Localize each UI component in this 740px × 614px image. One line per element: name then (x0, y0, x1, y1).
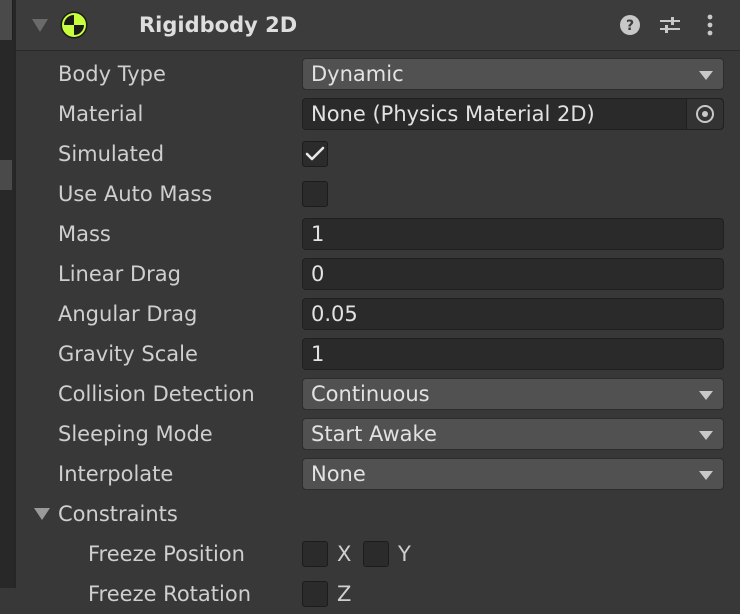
object-picker-button[interactable] (686, 99, 723, 129)
component-header[interactable]: Rigidbody 2D ? (16, 0, 740, 51)
freeze-position-row: Freeze Position X Y (16, 534, 740, 574)
mass-row: Mass 1 (16, 214, 740, 254)
angular-drag-row: Angular Drag 0.05 (16, 294, 740, 334)
inspector-panel: Rigidbody 2D ? Body Type Dynamic Materia… (14, 0, 740, 607)
collision-detection-row: Collision Detection Continuous (16, 374, 740, 414)
material-object-field[interactable]: None (Physics Material 2D) (302, 98, 724, 130)
context-menu-icon[interactable] (698, 13, 722, 37)
gravity-scale-value: 1 (311, 342, 325, 366)
mass-input[interactable]: 1 (302, 218, 724, 250)
freeze-rotation-z-label: Z (337, 582, 352, 606)
mass-label[interactable]: Mass (58, 222, 111, 246)
constraints-label[interactable]: Constraints (58, 502, 178, 526)
dropdown-caret-icon (699, 391, 713, 400)
gravity-scale-row: Gravity Scale 1 (16, 334, 740, 374)
left-panel-scroll-segment (0, 160, 12, 190)
angular-drag-input[interactable]: 0.05 (302, 298, 724, 330)
use-auto-mass-label: Use Auto Mass (58, 182, 213, 206)
freeze-rotation-label: Freeze Rotation (88, 582, 252, 606)
simulated-checkbox[interactable] (302, 141, 328, 167)
foldout-arrow-icon[interactable] (34, 508, 50, 520)
sleeping-mode-dropdown[interactable]: Start Awake (302, 418, 724, 450)
angular-drag-value: 0.05 (311, 302, 358, 326)
use-auto-mass-checkbox[interactable] (302, 181, 328, 207)
sleeping-mode-row: Sleeping Mode Start Awake (16, 414, 740, 454)
material-label: Material (58, 102, 144, 126)
left-panel-edge (0, 0, 14, 588)
body-type-row: Body Type Dynamic (16, 54, 740, 94)
freeze-rotation-z-checkbox[interactable] (302, 581, 328, 607)
freeze-rotation-row: Freeze Rotation Z (16, 574, 740, 614)
collision-detection-value: Continuous (311, 382, 430, 406)
linear-drag-label[interactable]: Linear Drag (58, 262, 181, 286)
dropdown-caret-icon (699, 471, 713, 480)
linear-drag-value: 0 (311, 262, 325, 286)
freeze-position-label: Freeze Position (88, 542, 245, 566)
rigidbody-icon (60, 11, 88, 39)
linear-drag-row: Linear Drag 0 (16, 254, 740, 294)
material-value: None (Physics Material 2D) (311, 102, 595, 126)
interpolate-dropdown[interactable]: None (302, 458, 724, 490)
collision-detection-label: Collision Detection (58, 382, 255, 406)
freeze-position-x-label: X (337, 542, 352, 566)
body-type-label: Body Type (58, 62, 166, 86)
gravity-scale-input[interactable]: 1 (302, 338, 724, 370)
sleeping-mode-label: Sleeping Mode (58, 422, 213, 446)
interpolate-value: None (311, 462, 366, 486)
foldout-arrow-icon[interactable] (32, 19, 48, 32)
material-row: Material None (Physics Material 2D) (16, 94, 740, 134)
body-type-value: Dynamic (311, 62, 404, 86)
constraints-foldout[interactable]: Constraints (16, 494, 740, 534)
presets-icon[interactable] (658, 13, 682, 37)
collision-detection-dropdown[interactable]: Continuous (302, 378, 724, 410)
freeze-position-y-label: Y (398, 542, 411, 566)
sleeping-mode-value: Start Awake (311, 422, 437, 446)
mass-value: 1 (311, 222, 325, 246)
body-type-dropdown[interactable]: Dynamic (302, 58, 724, 90)
gravity-scale-label[interactable]: Gravity Scale (58, 342, 198, 366)
dropdown-caret-icon (699, 71, 713, 80)
object-picker-icon (696, 105, 714, 123)
left-panel-scroll-segment (0, 0, 13, 40)
svg-text:?: ? (626, 18, 634, 34)
freeze-position-x-checkbox[interactable] (302, 541, 328, 567)
component-title: Rigidbody 2D (139, 13, 298, 37)
freeze-position-y-checkbox[interactable] (363, 541, 389, 567)
linear-drag-input[interactable]: 0 (302, 258, 724, 290)
interpolate-row: Interpolate None (16, 454, 740, 494)
interpolate-label: Interpolate (58, 462, 174, 486)
dropdown-caret-icon (699, 431, 713, 440)
simulated-row: Simulated (16, 134, 740, 174)
help-icon[interactable]: ? (618, 13, 642, 37)
simulated-label: Simulated (58, 142, 165, 166)
use-auto-mass-row: Use Auto Mass (16, 174, 740, 214)
angular-drag-label[interactable]: Angular Drag (58, 302, 197, 326)
checkmark-icon (305, 146, 325, 161)
